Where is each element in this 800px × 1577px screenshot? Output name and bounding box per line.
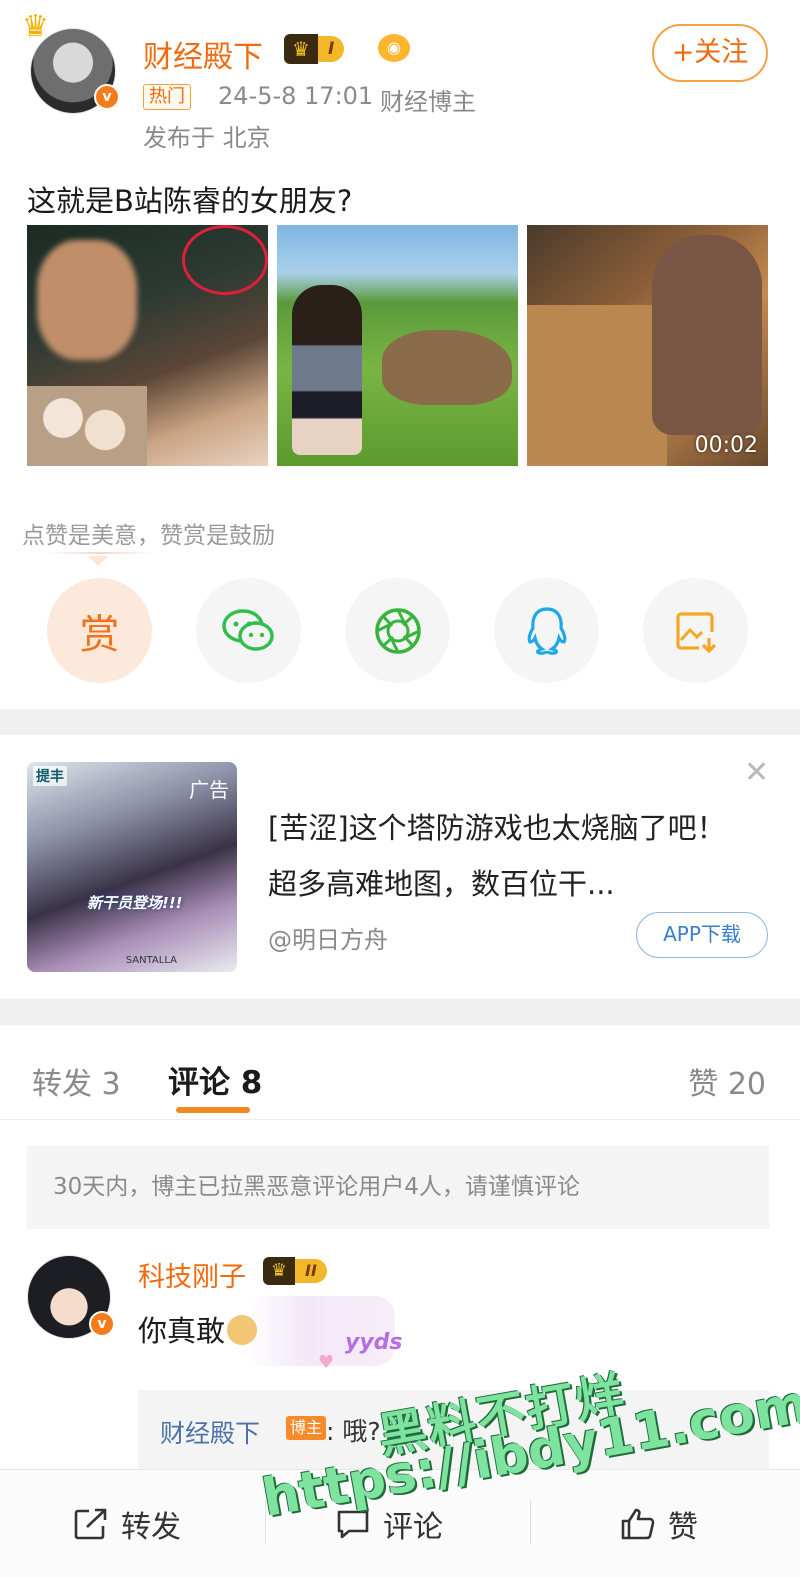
level-number: II (295, 1259, 327, 1283)
follow-button[interactable]: +关注 (652, 24, 768, 82)
flowers (27, 386, 147, 466)
post-image-1[interactable] (27, 225, 268, 466)
level-badge[interactable]: ♛ I (284, 34, 345, 64)
blogger-tag: 博主 (286, 1416, 327, 1440)
ad-title[interactable]: [苦涩]这个塔防游戏也太烧脑了吧！ 超多高难地图，数百位干... (268, 800, 758, 912)
comment-text-content: 你真敢 (138, 1314, 226, 1348)
close-icon[interactable]: ✕ (744, 758, 769, 788)
person-hair (652, 235, 762, 435)
share-row: 赏 (47, 578, 748, 683)
post-time: 24-5-8 17:01 (218, 82, 374, 110)
reply-text: : 哦? (326, 1417, 381, 1446)
doge-emoji-icon (227, 1315, 258, 1345)
save-image-icon (675, 611, 716, 653)
section-separator (0, 999, 800, 1025)
hint-pointer (88, 556, 108, 566)
comment-sticker: yyds (345, 1330, 403, 1355)
table (527, 305, 667, 466)
commenter-name[interactable]: 科技刚子 (138, 1255, 246, 1294)
comment-text: 你真敢 (138, 1308, 258, 1350)
hint-underline (45, 552, 155, 554)
like-button[interactable]: 赞 (620, 1470, 698, 1577)
wechat-icon (221, 608, 274, 651)
ad-logo: 提丰 (33, 766, 67, 786)
author-name[interactable]: 财经殿下 (143, 32, 263, 76)
thumbs-up-icon (621, 1508, 655, 1540)
post-text: 这就是B站陈睿的女朋友? (27, 184, 353, 218)
save-image-button[interactable] (643, 578, 748, 683)
active-tab-indicator (176, 1107, 250, 1113)
wechat-share-button[interactable] (196, 578, 301, 683)
verified-badge-icon: v (89, 1311, 115, 1337)
red-circle-annotation (182, 225, 268, 295)
toolbar-divider (530, 1500, 531, 1544)
reward-hint: 点赞是美意，赞赏是鼓励 (22, 523, 275, 549)
qq-icon (527, 606, 566, 655)
post-location: 发布于 北京 (143, 124, 271, 152)
forward-label: 转发 (121, 1510, 181, 1545)
app-download-button[interactable]: APP下载 (636, 912, 768, 958)
section-separator (0, 709, 800, 735)
image-grid: 00:02 (27, 225, 769, 466)
qq-share-button[interactable] (494, 578, 599, 683)
heart-icon: ♥ (318, 1352, 335, 1373)
moments-icon (374, 607, 421, 654)
ad-tag: 广告 (189, 778, 229, 802)
author-avatar[interactable]: ♛ v (22, 12, 120, 114)
ad-source[interactable]: @明日方舟 (268, 920, 388, 955)
tab-comment[interactable]: 评论 8 (168, 1057, 262, 1102)
reward-button[interactable]: 赏 (47, 578, 152, 683)
moments-share-button[interactable] (345, 578, 450, 683)
ad-banner: 新干员登场!!! (87, 894, 183, 912)
comment-notice: 30天内，博主已拉黑恶意评论用户4人，请谨慎评论 (27, 1146, 769, 1229)
author-role: 财经博主 (380, 88, 476, 116)
comment-label: 评论 (383, 1510, 443, 1545)
ad-image[interactable]: 提丰 广告 新干员登场!!! SANTALLA (27, 762, 237, 972)
like-label: 赞 (668, 1510, 698, 1545)
girl-figure (292, 285, 362, 455)
video-duration: 00:02 (694, 433, 758, 458)
commenter-avatar[interactable]: v (27, 1255, 115, 1339)
crown-icon: ♛ (22, 9, 49, 44)
reward-label: 赏 (79, 611, 120, 658)
post-header: ♛ v 财经殿下 ♛ I ◉ +关注 热门 24-5-8 17:01 财经博主 … (0, 0, 800, 160)
hot-tag: 热门 (143, 84, 191, 110)
post-video-thumb[interactable]: 00:02 (527, 225, 768, 466)
fan-badge-icon[interactable]: ◉ (378, 34, 410, 62)
crown-icon: ♛ (284, 34, 318, 64)
level-number: I (318, 36, 345, 62)
tab-forward[interactable]: 转发 3 (32, 1059, 121, 1103)
verified-badge-icon: v (94, 84, 120, 110)
forward-button[interactable]: 转发 (73, 1470, 181, 1577)
ad-brand: SANTALLA (125, 955, 177, 966)
interaction-tabs: 转发 3 评论 8 赞 20 (0, 1025, 800, 1120)
reply-author[interactable]: 财经殿下 (160, 1414, 260, 1450)
post-image-2[interactable] (277, 225, 518, 466)
level-badge[interactable]: ♛ II (263, 1257, 327, 1285)
tab-like[interactable]: 赞 20 (688, 1059, 766, 1103)
deer-figure (382, 330, 512, 405)
share-icon (74, 1508, 107, 1540)
crown-icon: ♛ (263, 1257, 295, 1285)
blurred-face (37, 240, 137, 360)
